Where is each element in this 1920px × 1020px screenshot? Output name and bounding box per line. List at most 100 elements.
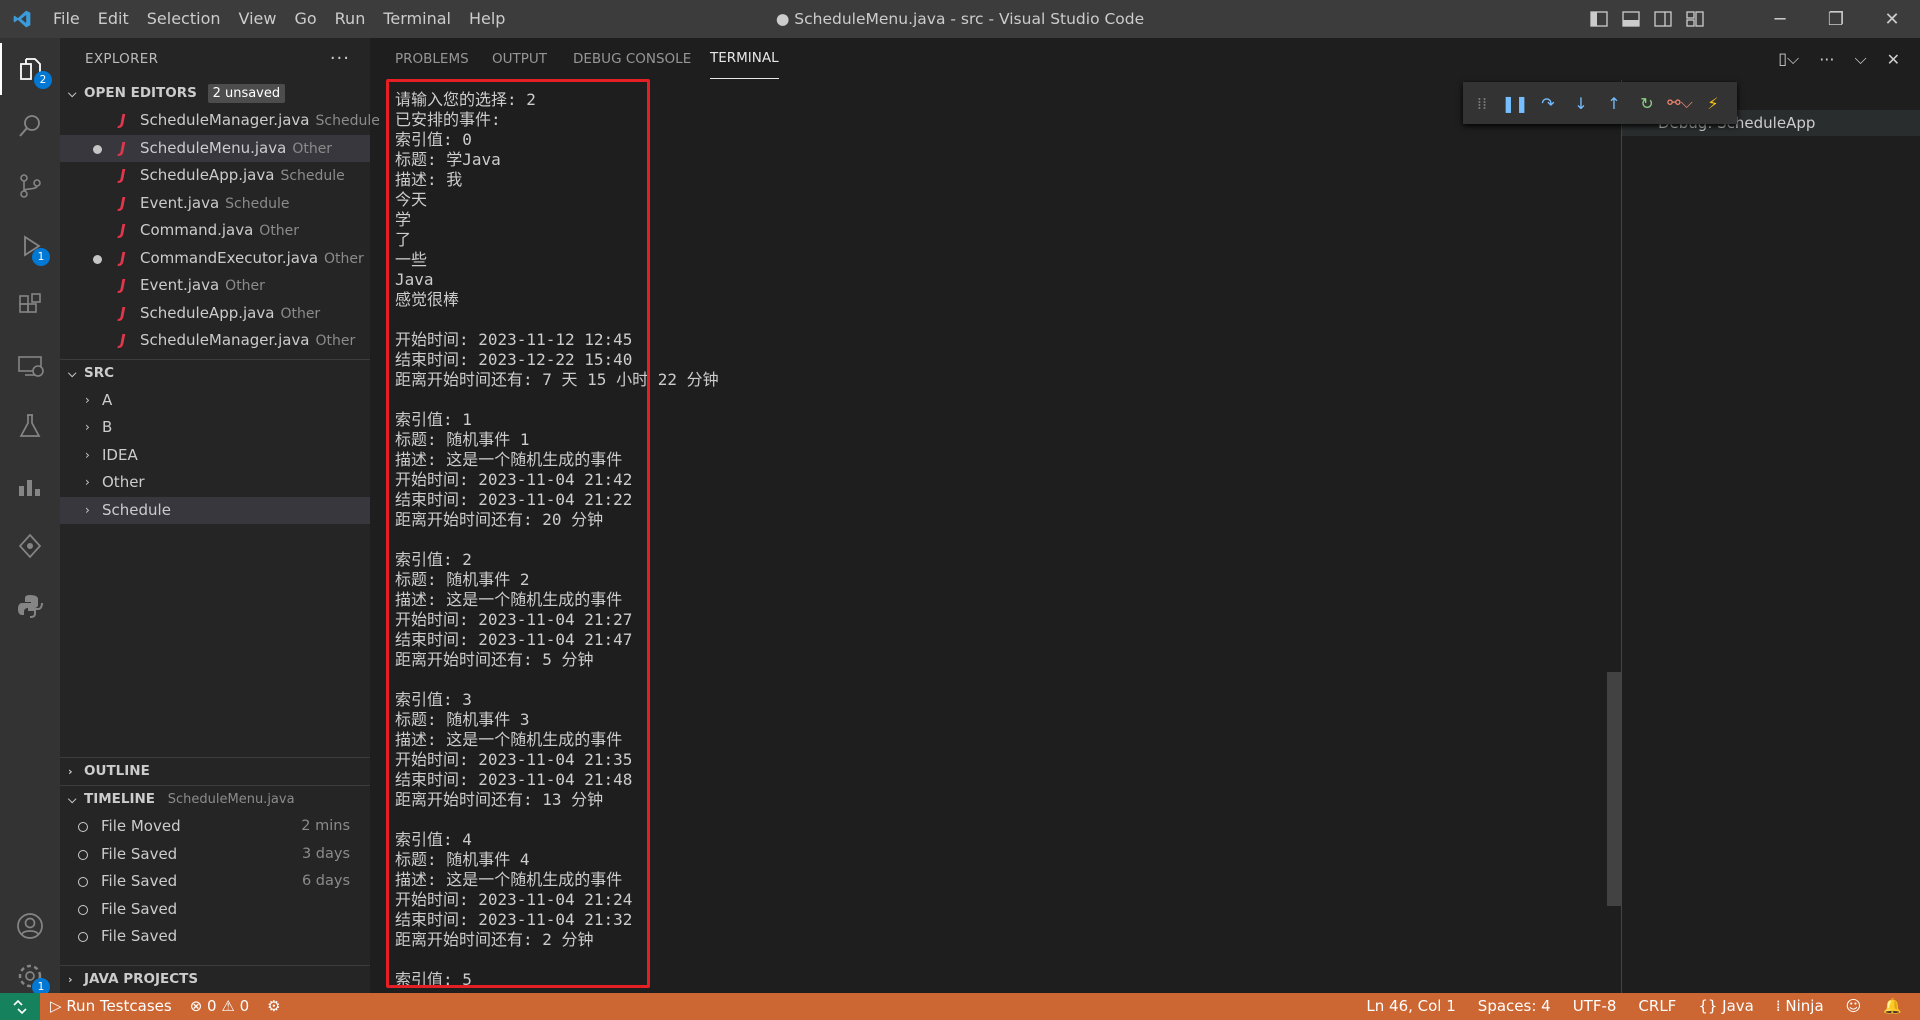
run-debug-icon[interactable]: 1 — [0, 220, 60, 272]
more-actions-icon[interactable]: ··· — [1819, 50, 1834, 69]
extensions-icon[interactable] — [0, 280, 60, 332]
hot-code-replace-icon[interactable]: ⚡ — [1704, 94, 1722, 113]
indentation[interactable]: Spaces: 4 — [1478, 993, 1551, 1020]
restore-icon[interactable]: ❐ — [1808, 0, 1864, 38]
java-projects-header[interactable]: › JAVA PROJECTS — [60, 966, 370, 993]
open-editor-item[interactable]: J ScheduleMenu.java Other — [60, 134, 370, 162]
terminal-scrollbar[interactable] — [1607, 672, 1621, 906]
problems-button[interactable]: ⊗ 0 ⚠ 0 — [190, 993, 249, 1020]
pause-icon[interactable]: ❚❚ — [1502, 94, 1529, 113]
chevron-down-icon: ⌵ — [68, 366, 77, 380]
open-editor-item[interactable]: J ScheduleManager.java Other — [60, 327, 370, 355]
file-folder: Schedule — [225, 195, 290, 212]
line-ending[interactable]: CRLF — [1638, 993, 1676, 1020]
step-out-icon[interactable]: ↑ — [1605, 94, 1623, 113]
gitlens-icon[interactable] — [0, 520, 60, 572]
python-icon[interactable] — [0, 580, 60, 632]
open-editor-item[interactable]: J ScheduleApp.java Other — [60, 300, 370, 328]
unsaved-dot-icon[interactable] — [93, 144, 102, 154]
search-icon[interactable] — [0, 100, 60, 152]
open-editor-item[interactable]: J Event.java Schedule — [60, 190, 370, 218]
unsaved-dot-icon[interactable] — [93, 254, 102, 264]
drag-handle-icon[interactable]: ⁞⁞ — [1473, 94, 1491, 113]
vscode-logo-icon — [0, 0, 44, 38]
remote-icon[interactable] — [0, 993, 40, 1020]
chevron-right-icon: › — [68, 765, 73, 778]
status-left: ▷ Run Testcases ⊗ 0 ⚠ 0 ⚙ — [50, 993, 281, 1020]
folder-b[interactable]: › B — [60, 414, 370, 442]
toggle-panel-icon[interactable] — [1622, 11, 1640, 27]
tab-debug-console[interactable]: DEBUG CONSOLE — [573, 38, 691, 80]
java-file-icon: J — [120, 138, 126, 157]
menu-run[interactable]: Run — [326, 0, 375, 38]
customize-layout-icon[interactable] — [1686, 11, 1704, 27]
remote-explorer-icon[interactable] — [0, 340, 60, 392]
outline-header[interactable]: › OUTLINE — [60, 758, 370, 785]
file-name: ScheduleManager.java Schedule — [140, 111, 380, 129]
menu-help[interactable]: Help — [460, 0, 514, 38]
split-terminal-icon[interactable]: ▯⌵ — [1778, 49, 1799, 69]
tab-terminal[interactable]: TERMINAL — [710, 38, 779, 79]
open-editors-header[interactable]: ⌵ OPEN EDITORS 2 unsaved — [60, 80, 370, 107]
more-actions-icon[interactable]: ··· — [330, 38, 350, 80]
panel-actions: ▯⌵ ··· ⌵ ✕ — [1778, 38, 1900, 80]
chevron-right-icon: › — [85, 447, 90, 462]
file-name: Event.java Other — [140, 276, 265, 294]
step-over-icon[interactable]: ↷ — [1539, 94, 1557, 113]
toggle-secondary-sidebar-icon[interactable] — [1654, 11, 1672, 27]
menu-go[interactable]: Go — [285, 0, 325, 38]
folder-other[interactable]: › Other — [60, 469, 370, 497]
minimize-icon[interactable]: ─ — [1752, 0, 1808, 38]
folder-a[interactable]: › A — [60, 387, 370, 415]
language-mode[interactable]: {} Java — [1698, 993, 1754, 1020]
timeline-item[interactable]: File Saved — [60, 923, 370, 951]
run-testcases-button[interactable]: ▷ Run Testcases — [50, 993, 172, 1020]
accounts-icon[interactable] — [0, 900, 60, 952]
play-icon: ▷ — [50, 997, 67, 1015]
tab-output[interactable]: OUTPUT — [492, 38, 547, 80]
close-icon[interactable]: ✕ — [1864, 0, 1920, 38]
open-editor-item[interactable]: J Command.java Other — [60, 217, 370, 245]
src-folder-list: › A › B › IDEA › Other › Schedule — [60, 387, 370, 524]
timeline-item[interactable]: File Saved — [60, 896, 370, 924]
src-folder-header[interactable]: ⌵ SRC — [60, 360, 370, 387]
charts-icon[interactable] — [0, 460, 60, 512]
tab-problems[interactable]: PROBLEMS — [395, 38, 469, 80]
testing-icon[interactable] — [0, 400, 60, 452]
timeline-item[interactable]: File Moved 2 mins — [60, 813, 370, 841]
file-folder: Schedule — [280, 168, 345, 184]
debug-status-icon[interactable]: ⚙ — [267, 993, 280, 1020]
open-editor-item[interactable]: J CommandExecutor.java Other — [60, 245, 370, 273]
explorer-icon[interactable]: 2 — [0, 43, 60, 95]
toggle-primary-sidebar-icon[interactable] — [1590, 11, 1608, 27]
open-editor-item[interactable]: J ScheduleManager.java Schedule — [60, 107, 380, 135]
close-panel-icon[interactable]: ✕ — [1887, 50, 1900, 69]
menu-view[interactable]: View — [230, 0, 286, 38]
folder-schedule[interactable]: › Schedule — [60, 496, 370, 524]
file-name: ScheduleManager.java Other — [140, 331, 356, 349]
restart-icon[interactable]: ↻ — [1638, 94, 1656, 113]
notifications-icon[interactable]: 🔔 — [1883, 993, 1902, 1020]
timeline-header[interactable]: ⌵ TIMELINE ScheduleMenu.java — [60, 786, 370, 813]
timeline-item[interactable]: File Saved 3 days — [60, 841, 370, 869]
menu-edit[interactable]: Edit — [89, 0, 138, 38]
ninja-status[interactable]: ⁞ Ninja — [1776, 993, 1824, 1020]
chevron-down-icon: ⌵ — [68, 87, 77, 100]
circle-icon — [78, 932, 88, 942]
chevron-down-icon[interactable]: ⌵ — [1854, 49, 1866, 69]
feedback-icon[interactable]: ☺ — [1846, 993, 1862, 1020]
window-controls: ─ ❐ ✕ — [1752, 0, 1920, 38]
source-control-icon[interactable] — [0, 160, 60, 212]
open-editor-item[interactable]: J ScheduleApp.java Schedule — [60, 162, 370, 190]
open-editor-item[interactable]: J Event.java Other — [60, 272, 370, 300]
menu-selection[interactable]: Selection — [138, 0, 230, 38]
java-file-icon: J — [120, 331, 126, 349]
disconnect-icon[interactable]: ⚯⌵ — [1667, 93, 1693, 112]
timeline-item[interactable]: File Saved 6 days — [60, 868, 370, 896]
menu-terminal[interactable]: Terminal — [374, 0, 460, 38]
menu-file[interactable]: File — [44, 0, 89, 38]
encoding[interactable]: UTF-8 — [1573, 993, 1617, 1020]
folder-idea[interactable]: › IDEA — [60, 442, 370, 470]
step-into-icon[interactable]: ↓ — [1572, 94, 1590, 113]
cursor-position[interactable]: Ln 46, Col 1 — [1366, 993, 1455, 1020]
